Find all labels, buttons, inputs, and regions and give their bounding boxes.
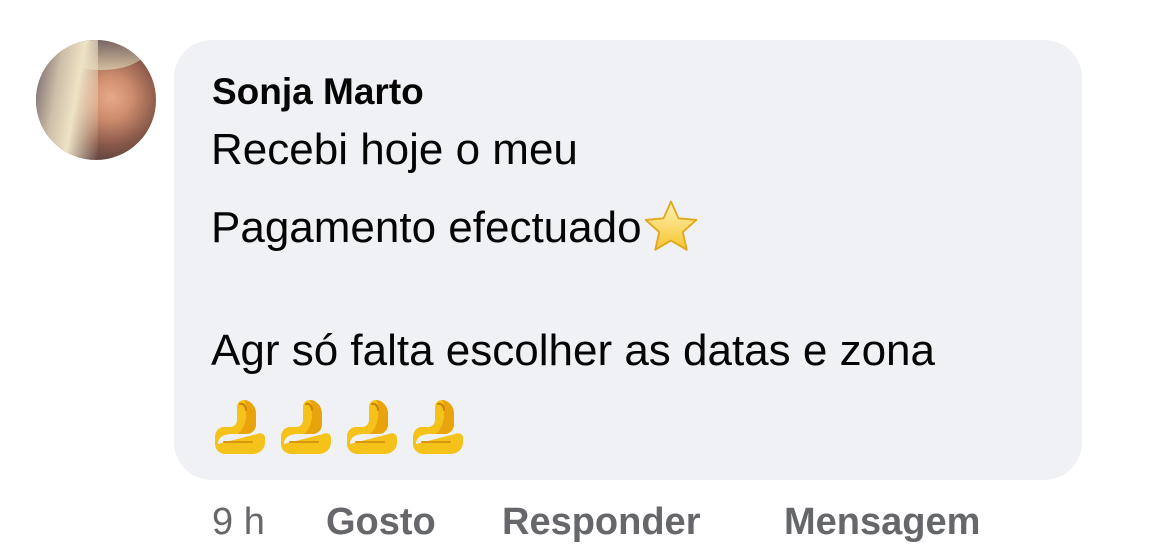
comment-line-2-text: Pagamento efectuado — [211, 203, 642, 252]
emoji-row — [212, 394, 466, 458]
star-icon — [644, 200, 697, 251]
pinched-fingers-icon — [281, 400, 331, 454]
pinched-fingers-icon — [215, 400, 265, 454]
pinched-fingers-icon — [413, 400, 463, 454]
avatar[interactable] — [36, 40, 156, 160]
comment-author[interactable]: Sonja Marto — [212, 70, 424, 114]
comment-line-2: Pagamento efectuado — [211, 198, 700, 256]
pinched-fingers-icon — [347, 400, 397, 454]
comment-line-1: Recebi hoje o meu — [211, 125, 578, 174]
comment-line-3: Agr só falta escolher as datas e zona — [211, 326, 935, 375]
avatar-hair-side — [36, 40, 98, 160]
